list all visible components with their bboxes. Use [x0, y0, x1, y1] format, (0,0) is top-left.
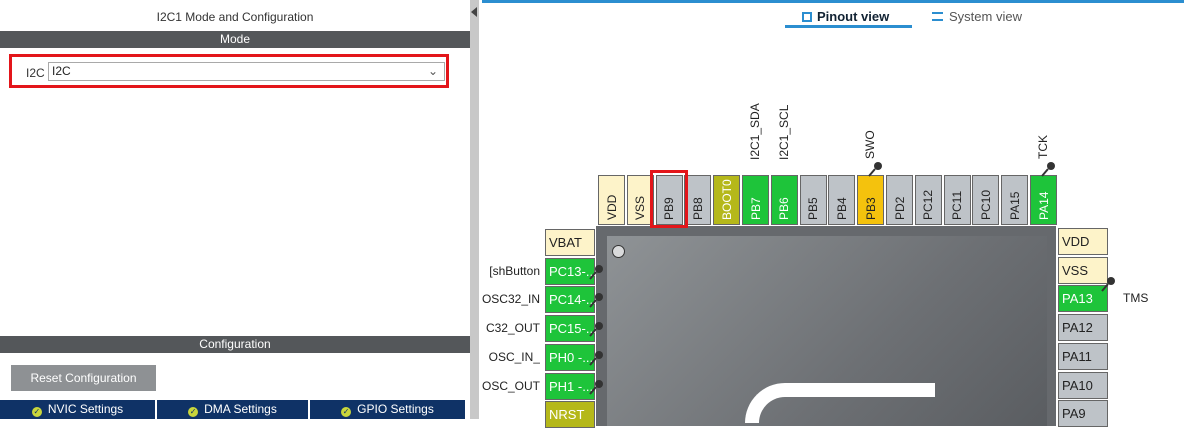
reset-configuration-button[interactable]: Reset Configuration	[11, 365, 156, 391]
tab-nvic-settings[interactable]: ✓ NVIC Settings	[0, 400, 155, 419]
pin-vdd[interactable]: VDD	[598, 175, 625, 225]
top-accent-line	[482, 0, 1184, 3]
signal-label-tck: TCK	[1036, 135, 1050, 159]
pin-pb4[interactable]: PB4	[828, 175, 856, 225]
pin-label: PB7	[748, 197, 763, 220]
pin-label: PD2	[892, 196, 907, 220]
pin-label: PB5	[806, 197, 821, 220]
pin-label: PB6	[777, 197, 792, 220]
pin-pc12[interactable]: PC12	[914, 175, 942, 225]
check-icon: ✓	[188, 407, 199, 417]
pushpin-icon	[588, 291, 603, 309]
pushpin-icon	[867, 160, 883, 177]
i2c-mode-label: I2C	[26, 66, 45, 80]
pin-pa12[interactable]: PA12	[1058, 314, 1108, 342]
configuration-header: Configuration	[0, 336, 470, 353]
check-icon: ✓	[31, 407, 42, 417]
chevron-down-icon[interactable]: ⌄	[428, 63, 438, 80]
pin-label: VSS	[633, 195, 648, 220]
tab-dma-settings[interactable]: ✓ DMA Settings	[157, 400, 308, 419]
signal-label: shButton]	[489, 263, 540, 278]
settings-tabs: ✓ NVIC Settings ✓ DMA Settings ✓ GPIO Setti…	[0, 400, 470, 419]
collapse-arrow-icon[interactable]	[471, 7, 477, 17]
pin-label: PB8	[690, 197, 705, 220]
tab-gpio-settings[interactable]: ✓ GPIO Settings	[310, 400, 465, 419]
i2c-mode-select[interactable]: I2C ⌄	[48, 62, 445, 81]
pin-pb8[interactable]: PB8	[684, 175, 712, 225]
pin-label: PA14	[1036, 191, 1051, 220]
chip-icon	[802, 12, 812, 22]
mode-highlight-box: I2C I2C ⌄	[9, 54, 449, 88]
pin-pa11[interactable]: PA11	[1058, 342, 1108, 370]
tab-pinout-view[interactable]: Pinout view	[802, 9, 889, 24]
pushpin-icon	[588, 263, 603, 280]
pin-pb6[interactable]: PB6	[770, 175, 798, 225]
signal-label: C32_OUT	[485, 321, 540, 336]
pin-pc11[interactable]: PC11	[943, 175, 971, 225]
pin-pa9[interactable]: PA9	[1058, 400, 1108, 428]
list-icon	[932, 12, 943, 21]
pin-pc10[interactable]: PC10	[972, 175, 1000, 225]
pin-pb7[interactable]: PB7	[742, 175, 769, 225]
pin-label: PB4	[834, 197, 849, 220]
st-logo	[745, 383, 935, 423]
pin-label: PB3	[863, 197, 878, 220]
pushpin-icon	[588, 378, 603, 395]
pin-vdd[interactable]: VDD	[1058, 228, 1108, 255]
pin-boot0[interactable]: BOOT0	[713, 175, 741, 225]
pb9-highlight-box	[650, 170, 688, 228]
pushpin-icon	[588, 320, 603, 337]
pin-label: BOOT0	[719, 179, 734, 220]
pushpin-icon	[588, 349, 603, 366]
pin-nrst[interactable]: NRST	[545, 401, 595, 428]
pin-pb5[interactable]: PB5	[799, 175, 827, 225]
panel-splitter[interactable]	[470, 0, 479, 419]
check-icon: ✓	[341, 407, 352, 417]
pushpin-icon	[1040, 160, 1055, 177]
pin-pd2[interactable]: PD2	[886, 175, 913, 225]
pin-label: PC11	[950, 190, 965, 220]
signal-label-i2c1-sda: I2C1_SDA	[748, 103, 762, 160]
pushpin-icon	[1100, 275, 1115, 293]
signal-label: OSC_OUT	[481, 378, 540, 393]
panel-title: I2C1 Mode and Configuration	[156, 10, 314, 24]
pin-pa10[interactable]: PA10	[1058, 371, 1108, 399]
signal-label-i2c1-scl: I2C1_SCL	[776, 104, 791, 160]
active-tab-underline	[785, 25, 912, 28]
pin1-marker	[612, 245, 625, 258]
pin-pa14[interactable]: PA14	[1030, 175, 1057, 225]
tab-system-view[interactable]: System view	[932, 9, 1022, 24]
signal-label-swo: SWO	[863, 130, 878, 159]
i2c-mode-value: I2C	[52, 64, 71, 78]
signal-label-tms: TMS	[1123, 291, 1149, 306]
signal-label: OSC32_IN	[481, 292, 540, 307]
pin-label: PC12	[921, 189, 936, 220]
pin-pa15[interactable]: PA15	[1001, 175, 1029, 225]
mode-header: Mode	[0, 31, 470, 48]
pin-label: VDD	[604, 194, 619, 220]
pin-pb3[interactable]: PB3	[857, 175, 885, 225]
config-panel: I2C1 Mode and Configuration Mode I2C I2C…	[0, 0, 470, 419]
pin-label: PA15	[1007, 191, 1022, 220]
pin-vbat[interactable]: VBAT	[545, 229, 595, 256]
signal-label: _OSC_IN	[488, 349, 540, 364]
pin-label: PC10	[978, 189, 993, 220]
